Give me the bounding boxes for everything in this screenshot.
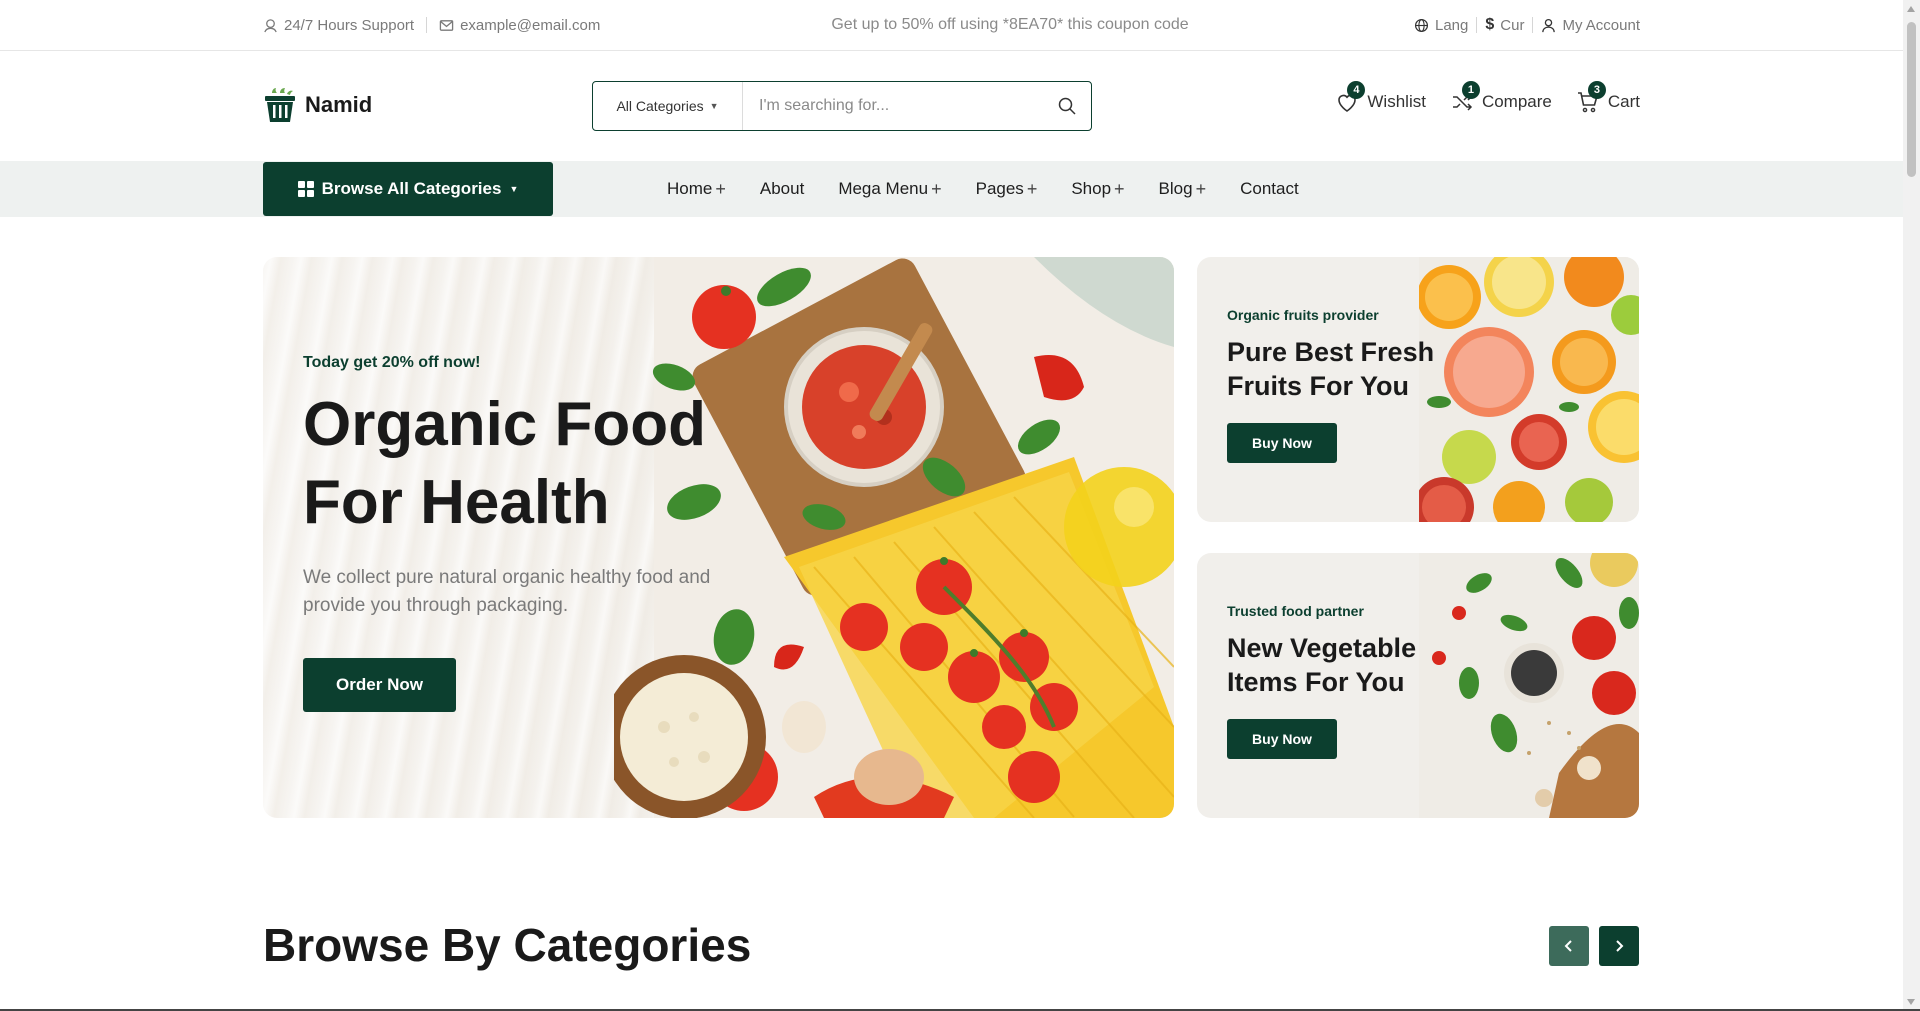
- citrus-fruits-illustration: [1419, 257, 1639, 522]
- account-label: My Account: [1562, 16, 1640, 34]
- search-input[interactable]: [743, 82, 1043, 130]
- wishlist-count-badge: 4: [1347, 81, 1366, 99]
- nav-item-label: Contact: [1240, 179, 1299, 198]
- currency-label: Cur: [1500, 16, 1525, 34]
- header-actions: 4 Wishlist 1 Compare 3 Cart: [1335, 81, 1640, 114]
- search-icon: [1058, 97, 1076, 115]
- cart-count-badge: 3: [1587, 81, 1606, 99]
- nav-item-mega-menu[interactable]: Mega Menu +: [838, 179, 941, 200]
- scrollbar-thumb[interactable]: [1907, 22, 1916, 177]
- divider: [1476, 17, 1478, 33]
- promo-banner-vegetables: Trusted food partner New Vegetable Items…: [1197, 553, 1639, 818]
- top-bar-settings: Lang $ Cur My Account: [1414, 16, 1640, 34]
- search-button[interactable]: [1043, 82, 1091, 130]
- my-account-link[interactable]: My Account: [1541, 17, 1640, 34]
- dollar-icon: $: [1485, 16, 1495, 33]
- hero-title-line-2: For Health: [303, 468, 610, 537]
- search-bar: All Categories ▼: [592, 81, 1092, 131]
- chevron-down-icon: ▼: [509, 184, 519, 194]
- basket-logo-icon: [265, 88, 295, 122]
- section-title: Browse By Categories: [263, 919, 752, 971]
- browse-categories-label: Browse All Categories: [321, 179, 502, 198]
- logo-text: Namid: [305, 92, 373, 117]
- nav-item-label: Mega Menu: [838, 179, 929, 198]
- wishlist-label: Wishlist: [1367, 92, 1426, 111]
- banner-content: Trusted food partner New Vegetable Items…: [1227, 603, 1447, 759]
- scroll-up-arrow-icon[interactable]: [1907, 6, 1915, 12]
- nav-item-label: Home: [667, 179, 713, 198]
- nav-item-blog[interactable]: Blog +: [1159, 179, 1207, 200]
- nav-item-home[interactable]: Home +: [667, 179, 726, 200]
- browse-categories-button[interactable]: Browse All Categories ▼: [263, 162, 553, 216]
- promo-banner-fruits: Organic fruits provider Pure Best Fresh …: [1197, 257, 1639, 522]
- main-navigation: Browse All Categories ▼ Home + About Mega…: [0, 161, 1903, 217]
- banner-tag: Trusted food partner: [1227, 603, 1364, 619]
- currency-selector[interactable]: $ Cur: [1485, 16, 1524, 34]
- compare-count-badge: 1: [1461, 81, 1480, 99]
- language-selector[interactable]: Lang: [1414, 17, 1468, 34]
- hero-title: Organic Food For Health: [303, 386, 823, 542]
- compare-button[interactable]: 1 Compare: [1450, 81, 1552, 114]
- header: Namid All Categories ▼ 4 Wishlist: [0, 52, 1903, 160]
- wishlist-button[interactable]: 4 Wishlist: [1335, 81, 1426, 114]
- buy-now-button[interactable]: Buy Now: [1227, 423, 1337, 463]
- hero-content: Today get 20% off now! Organic Food For …: [303, 354, 823, 712]
- vegetables-illustration: [1419, 553, 1639, 818]
- compare-label: Compare: [1481, 92, 1552, 111]
- chevron-right-icon: [1616, 940, 1624, 952]
- buy-now-button[interactable]: Buy Now: [1227, 719, 1337, 759]
- plus-icon: +: [1114, 178, 1125, 199]
- hero-subtitle: Today get 20% off now!: [303, 354, 481, 371]
- nav-item-pages[interactable]: Pages +: [976, 179, 1038, 200]
- nav-item-about[interactable]: About: [760, 179, 804, 199]
- order-now-button[interactable]: Order Now: [303, 658, 456, 712]
- chevron-left-icon: [1564, 940, 1572, 952]
- cart-label: Cart: [1607, 92, 1640, 111]
- banner-title: New Vegetable Items For You: [1227, 633, 1417, 697]
- nav-item-label: Shop: [1071, 179, 1112, 198]
- top-bar: 24/7 Hours Support example@email.com Get…: [0, 0, 1903, 51]
- chevron-down-icon: ▼: [709, 101, 719, 111]
- page: 24/7 Hours Support example@email.com Get…: [0, 0, 1920, 1011]
- nav-item-label: Blog: [1158, 179, 1193, 198]
- hero-banner: Today get 20% off now! Organic Food For …: [263, 257, 1174, 818]
- plus-icon: +: [931, 178, 942, 199]
- heart-icon: 4: [1335, 81, 1366, 114]
- logo[interactable]: Namid: [263, 87, 372, 123]
- scroll-down-arrow-icon[interactable]: [1907, 999, 1915, 1005]
- globe-icon: [1414, 18, 1429, 33]
- plus-icon: +: [1195, 178, 1207, 199]
- next-button[interactable]: [1599, 926, 1639, 966]
- carousel-controls: [1549, 926, 1639, 966]
- banner-title: Pure Best Fresh Fruits For You: [1227, 337, 1435, 401]
- hero-title-line-1: Organic Food: [303, 390, 706, 459]
- user-icon: [1541, 18, 1556, 33]
- cart-button[interactable]: 3 Cart: [1576, 81, 1640, 114]
- banner-content: Organic fruits provider Pure Best Fresh …: [1227, 307, 1447, 463]
- plus-icon: +: [715, 178, 726, 199]
- nav-item-contact[interactable]: Contact: [1240, 179, 1299, 199]
- cart-icon: 3: [1576, 81, 1606, 114]
- page-scrollbar[interactable]: [1903, 0, 1920, 1011]
- grid-icon: [297, 181, 314, 197]
- nav-item-label: Pages: [975, 179, 1024, 198]
- category-select[interactable]: All Categories ▼: [593, 82, 743, 130]
- language-label: Lang: [1435, 16, 1469, 34]
- category-select-label: All Categories: [616, 98, 704, 114]
- nav-item-shop[interactable]: Shop +: [1071, 179, 1124, 200]
- previous-button[interactable]: [1549, 926, 1589, 966]
- nav-links: Home + About Mega Menu + Pages + Shop + Blog…: [667, 161, 1299, 217]
- nav-item-label: About: [759, 179, 805, 198]
- hero-description: We collect pure natural organic healthy …: [303, 567, 711, 616]
- banner-tag: Organic fruits provider: [1227, 307, 1379, 323]
- plus-icon: +: [1026, 178, 1038, 199]
- shuffle-icon: 1: [1450, 81, 1480, 114]
- divider: [1532, 17, 1534, 33]
